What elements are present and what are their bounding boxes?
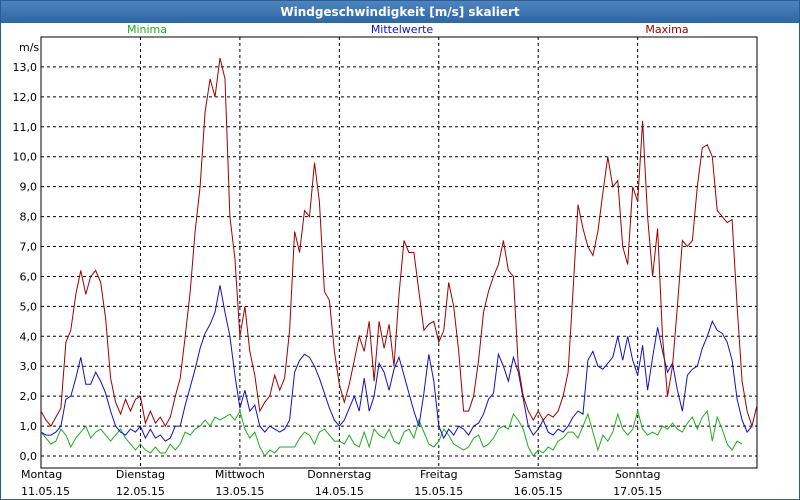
y-tick-label: 8,0 [20, 211, 38, 224]
x-tick-day: Freitag [420, 468, 458, 481]
y-tick-label: 6,0 [20, 270, 38, 283]
x-tick-date: 12.05.15 [116, 485, 165, 498]
x-tick-date: 16.05.15 [514, 485, 563, 498]
x-tick-date: 14.05.15 [315, 485, 364, 498]
window-title: Windgeschwindigkeit [m/s] skaliert [1, 1, 799, 23]
y-axis-ticks: 0,0 1,0 2,0 3,0 4,0 5,0 6,0 7,0 8,0 9,0 10,0 11,0 12… [13, 61, 38, 463]
x-tick-day: Montag [21, 468, 62, 481]
y-tick-label: 4,0 [20, 330, 38, 343]
y-tick-label: 9,0 [20, 181, 38, 194]
x-tick-date: 17.05.15 [613, 485, 662, 498]
plot-area [40, 36, 758, 469]
legend-minima: Minima [127, 23, 167, 36]
legend-mittelwerte: Mittelwerte [371, 23, 434, 36]
x-tick-date: 15.05.15 [414, 485, 463, 498]
y-tick-label: 12,0 [13, 91, 38, 104]
y-tick-label: 11,0 [13, 121, 38, 134]
y-tick-label: 2,0 [20, 390, 38, 403]
x-tick-date: 11.05.15 [21, 485, 70, 498]
y-axis-label: m/s [19, 41, 39, 54]
chart-window: Windgeschwindigkeit [m/s] skaliert 0,0 1,… [0, 0, 800, 500]
y-tick-label: 3,0 [20, 360, 38, 373]
y-tick-label: 13,0 [13, 61, 38, 74]
x-tick-day: Sonntag [615, 468, 661, 481]
y-tick-label: 7,0 [20, 241, 38, 254]
x-tick-date: 13.05.15 [215, 485, 264, 498]
x-tick-day: Donnerstag [307, 468, 371, 481]
x-tick-day: Samstag [514, 468, 562, 481]
y-tick-label: 0,0 [20, 450, 38, 463]
y-tick-label: 5,0 [20, 300, 38, 313]
legend-maxima: Maxima [645, 23, 688, 36]
chart: 0,0 1,0 2,0 3,0 4,0 5,0 6,0 7,0 8,0 9,0 10,0 11,0 12… [13, 23, 758, 498]
x-axis-ticks: Montag 11.05.15 Dienstag 12.05.15 Mittwoch 13… [21, 468, 662, 498]
y-tick-label: 1,0 [20, 420, 38, 433]
y-tick-label: 10,0 [13, 151, 38, 164]
x-tick-day: Mittwoch [215, 468, 265, 481]
x-tick-day: Dienstag [116, 468, 165, 481]
